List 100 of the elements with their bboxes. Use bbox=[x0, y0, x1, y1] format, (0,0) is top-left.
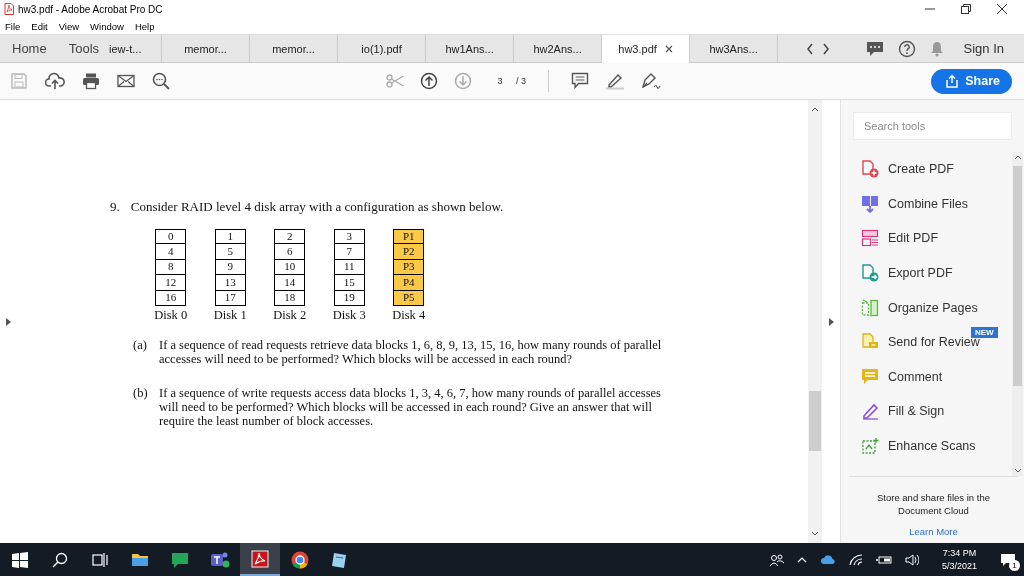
disk-label: Disk 3 bbox=[332, 307, 366, 323]
expand-arrow-icon[interactable] bbox=[828, 317, 834, 326]
cloud-promo-text: Store and share files in the Document Cloud bbox=[876, 491, 991, 517]
document-tab[interactable]: memor... bbox=[250, 35, 339, 62]
menu-item[interactable]: Edit bbox=[31, 20, 48, 32]
arrow-up-circle-icon[interactable] bbox=[420, 72, 438, 90]
disk-block-cell: 9 bbox=[214, 259, 246, 276]
close-icon[interactable] bbox=[994, 3, 1010, 15]
chevron-right-icon[interactable] bbox=[821, 42, 830, 55]
share-icon bbox=[945, 74, 960, 88]
search-icon[interactable] bbox=[52, 551, 68, 568]
disk-label: Disk 2 bbox=[273, 307, 307, 323]
share-button[interactable]: Share bbox=[931, 68, 1012, 94]
chevron-down-icon[interactable] bbox=[1013, 468, 1022, 474]
cloud-icon[interactable] bbox=[819, 554, 836, 565]
scrollbar-thumb[interactable] bbox=[1013, 166, 1022, 386]
expand-arrow-icon[interactable] bbox=[6, 317, 11, 326]
document-tab[interactable]: hw3.pdf bbox=[602, 35, 691, 64]
printer-icon[interactable] bbox=[82, 72, 100, 90]
chevron-up-icon[interactable] bbox=[1013, 154, 1022, 160]
edit-tool-icon bbox=[861, 229, 879, 248]
tool-item[interactable]: Create PDF bbox=[841, 152, 1012, 187]
disk-block-cell: 19 bbox=[333, 290, 365, 306]
disk-block-cell: 7 bbox=[333, 244, 365, 260]
highlighter-icon[interactable] bbox=[605, 72, 625, 90]
battery-icon[interactable] bbox=[875, 554, 892, 565]
menu-item[interactable]: View bbox=[58, 20, 80, 32]
export-tool-icon bbox=[861, 264, 879, 283]
help-icon[interactable] bbox=[897, 39, 916, 58]
part-marker: (a) bbox=[133, 337, 148, 354]
clock-time: 7:34 PM bbox=[942, 548, 977, 558]
disk-block-cell: 14 bbox=[274, 275, 306, 291]
search-tools-field[interactable]: Search tools bbox=[853, 112, 1012, 140]
document-tab[interactable]: iew-t... bbox=[109, 35, 163, 62]
tool-item[interactable]: Combine Files bbox=[841, 186, 1012, 222]
disk-block-cell: 11 bbox=[333, 259, 365, 276]
taskbar-app[interactable] bbox=[240, 543, 280, 576]
task-view-icon[interactable] bbox=[92, 551, 108, 568]
enhance-tool-icon bbox=[861, 437, 879, 456]
disk-block-cell: 16 bbox=[155, 290, 187, 306]
document-tab[interactable]: memor... bbox=[162, 35, 251, 62]
tool-item[interactable]: Send for Review NEW bbox=[841, 324, 1012, 360]
part-text: If a sequence of read requests retrieve data blocks 1, 6, 8, 9, 13, 15, 16, how many rounds of parallel accesses will need to be performed? Which blocks will be accessed in each round? bbox=[159, 337, 663, 366]
chevron-down-icon[interactable] bbox=[811, 531, 819, 537]
disk-block-cell: 1 bbox=[214, 229, 246, 245]
disk-block-cell: P1 bbox=[393, 229, 425, 245]
scrollbar[interactable] bbox=[1012, 152, 1023, 476]
volume-icon[interactable] bbox=[904, 553, 919, 566]
scrollbar[interactable] bbox=[808, 100, 822, 543]
search-icon[interactable] bbox=[152, 72, 170, 90]
combine-tool-icon bbox=[861, 194, 879, 213]
disk-block-cell: 4 bbox=[155, 244, 187, 260]
windows-start-icon[interactable] bbox=[12, 551, 28, 568]
page-total: / 3 bbox=[516, 76, 526, 86]
chevron-up-icon[interactable] bbox=[811, 106, 819, 112]
nav-tab[interactable]: Home bbox=[0, 35, 57, 62]
disk-block-cell: 18 bbox=[274, 290, 306, 306]
clock-date: 5/3/2021 bbox=[941, 561, 977, 571]
document-tab[interactable]: hw3Ans... bbox=[690, 35, 779, 62]
window-title: hw3.pdf - Adobe Acrobat Pro DC bbox=[18, 3, 164, 15]
part-text: If a sequence of write requests access data blocks 1, 3, 4, 6, 7, how many rounds of parallel accesses will need to be performed? Which blocks will be accessed in each round? Give an answer that will require the least number of block accesses. bbox=[159, 385, 662, 428]
people-icon[interactable] bbox=[769, 553, 784, 566]
mail-icon[interactable] bbox=[117, 74, 135, 88]
chrome-app-icon bbox=[290, 549, 310, 570]
disk-block-cell: 12 bbox=[155, 275, 187, 291]
new-badge: NEW bbox=[971, 326, 998, 338]
disk-block-cell: 5 bbox=[214, 244, 246, 260]
menu-item[interactable]: Help bbox=[134, 20, 155, 32]
menu-item[interactable]: Window bbox=[90, 20, 124, 32]
document-tab[interactable]: hw1Ans... bbox=[426, 35, 515, 62]
learn-more-link[interactable]: Learn More bbox=[909, 526, 958, 537]
disk-block-cell: P2 bbox=[393, 244, 425, 260]
nav-tab[interactable]: Tools bbox=[56, 35, 110, 62]
pen-signature-icon[interactable] bbox=[641, 72, 661, 90]
notification-count: 1 bbox=[1009, 559, 1020, 571]
cloud-upload-icon[interactable] bbox=[45, 72, 65, 90]
pdf-file-icon bbox=[4, 3, 14, 15]
tool-item[interactable]: Comment bbox=[841, 359, 1012, 395]
chevron-left-icon[interactable] bbox=[805, 42, 814, 55]
tool-item[interactable]: Export PDF bbox=[841, 255, 1012, 291]
chat-bubble-icon[interactable] bbox=[865, 40, 884, 57]
sign-tool-icon bbox=[861, 402, 879, 421]
tool-item[interactable]: Edit PDF bbox=[841, 221, 1012, 256]
disk-block-cell: 2 bbox=[274, 229, 306, 245]
tool-item[interactable]: Organize Pages bbox=[841, 290, 1012, 325]
sign-in-button[interactable]: Sign In bbox=[963, 41, 1004, 56]
wifi-icon[interactable] bbox=[848, 553, 863, 566]
tool-item[interactable]: Fill & Sign bbox=[841, 394, 1012, 429]
acrobat-app-icon bbox=[250, 548, 270, 569]
menu-item[interactable]: File bbox=[5, 20, 21, 32]
comment-tool-icon bbox=[861, 367, 879, 386]
notification-icon[interactable] bbox=[1000, 552, 1016, 567]
tool-item[interactable]: Enhance Scans bbox=[841, 428, 1012, 464]
part-marker: (b) bbox=[133, 385, 149, 402]
restore-icon[interactable] bbox=[958, 3, 974, 15]
disk-label: Disk 1 bbox=[213, 307, 247, 323]
comment-icon[interactable] bbox=[571, 72, 589, 90]
close-icon[interactable] bbox=[664, 45, 673, 53]
document-tab[interactable]: io(1).pdf bbox=[338, 35, 427, 62]
scrollbar-thumb[interactable] bbox=[809, 391, 821, 451]
